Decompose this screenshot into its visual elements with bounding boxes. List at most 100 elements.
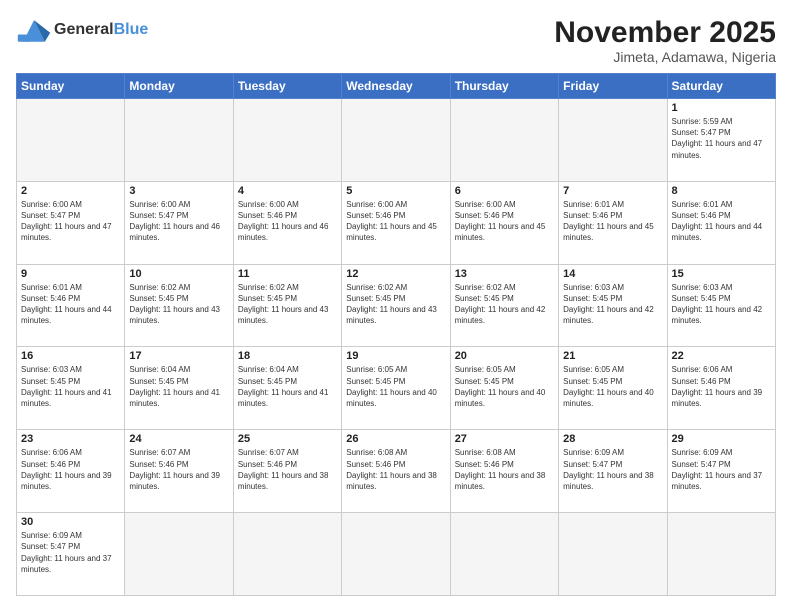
header: GeneralBlue November 2025 Jimeta, Adamaw… — [16, 16, 776, 65]
day-info: Sunrise: 6:03 AM Sunset: 5:45 PM Dayligh… — [21, 364, 120, 409]
day-number: 2 — [21, 185, 120, 197]
day-info: Sunrise: 6:09 AM Sunset: 5:47 PM Dayligh… — [21, 530, 120, 575]
day-info: Sunrise: 6:09 AM Sunset: 5:47 PM Dayligh… — [672, 447, 771, 492]
day-number: 15 — [672, 268, 771, 280]
day-number: 18 — [238, 350, 337, 362]
calendar-cell: 11Sunrise: 6:02 AM Sunset: 5:45 PM Dayli… — [233, 264, 341, 347]
day-info: Sunrise: 6:06 AM Sunset: 5:46 PM Dayligh… — [21, 447, 120, 492]
calendar-cell: 25 Sunrise: 6:07 AM Sunset: 5:46 PM Dayli… — [233, 430, 341, 513]
weekday-header-wednesday: Wednesday — [342, 74, 450, 99]
calendar-cell: 1Sunrise: 5:59 AM Sunset: 5:47 PM Daylig… — [667, 99, 775, 182]
calendar-cell: 9 Sunrise: 6:01 AM Sunset: 5:46 PM Daylig… — [17, 264, 125, 347]
day-number: 3 — [129, 185, 228, 197]
title-area: November 2025 Jimeta, Adamawa, Nigeria — [554, 16, 776, 65]
day-number: 7 — [563, 185, 662, 197]
day-number: 11 — [238, 268, 337, 280]
calendar-cell — [125, 513, 233, 596]
day-number: 19 — [346, 350, 445, 362]
calendar-cell: 23 Sunrise: 6:06 AM Sunset: 5:46 PM Dayli… — [17, 430, 125, 513]
calendar-cell: 26 Sunrise: 6:08 AM Sunset: 5:46 PM Dayli… — [342, 430, 450, 513]
day-info: Sunrise: 6:02 AM Sunset: 5:45 PM Dayligh… — [455, 282, 554, 327]
day-number: 17 — [129, 350, 228, 362]
calendar-cell: 29 Sunrise: 6:09 AM Sunset: 5:47 PM Dayli… — [667, 430, 775, 513]
day-number: 16 — [21, 350, 120, 362]
calendar-cell: 22Sunrise: 6:06 AM Sunset: 5:46 PM Dayli… — [667, 347, 775, 430]
calendar-cell — [342, 513, 450, 596]
calendar-cell: 27 Sunrise: 6:08 AM Sunset: 5:46 PM Dayli… — [450, 430, 558, 513]
calendar-week-row: 23 Sunrise: 6:06 AM Sunset: 5:46 PM Dayli… — [17, 430, 776, 513]
day-number: 20 — [455, 350, 554, 362]
day-info: Sunrise: 6:07 AM Sunset: 5:46 PM Dayligh… — [129, 447, 228, 492]
day-info: Sunrise: 6:04 AM Sunset: 5:45 PM Dayligh… — [238, 364, 337, 409]
calendar-cell: 20 Sunrise: 6:05 AM Sunset: 5:45 PM Dayli… — [450, 347, 558, 430]
calendar-week-row: 2 Sunrise: 6:00 AM Sunset: 5:47 PM Daylig… — [17, 181, 776, 264]
day-info: Sunrise: 6:08 AM Sunset: 5:46 PM Dayligh… — [346, 447, 445, 492]
weekday-header-tuesday: Tuesday — [233, 74, 341, 99]
day-info: Sunrise: 6:08 AM Sunset: 5:46 PM Dayligh… — [455, 447, 554, 492]
calendar-cell: 30 Sunrise: 6:09 AM Sunset: 5:47 PM Dayli… — [17, 513, 125, 596]
calendar-cell — [450, 513, 558, 596]
calendar-cell: 5Sunrise: 6:00 AM Sunset: 5:46 PM Daylig… — [342, 181, 450, 264]
calendar-cell: 7 Sunrise: 6:01 AM Sunset: 5:46 PM Daylig… — [559, 181, 667, 264]
calendar-week-row: 9 Sunrise: 6:01 AM Sunset: 5:46 PM Daylig… — [17, 264, 776, 347]
day-info: Sunrise: 6:01 AM Sunset: 5:46 PM Dayligh… — [21, 282, 120, 327]
month-year: November 2025 — [554, 16, 776, 49]
day-info: Sunrise: 6:01 AM Sunset: 5:46 PM Dayligh… — [563, 199, 662, 244]
day-info: Sunrise: 6:00 AM Sunset: 5:47 PM Dayligh… — [21, 199, 120, 244]
day-number: 6 — [455, 185, 554, 197]
logo-text: GeneralBlue — [54, 21, 148, 39]
calendar-cell: 3 Sunrise: 6:00 AM Sunset: 5:47 PM Daylig… — [125, 181, 233, 264]
day-number: 23 — [21, 433, 120, 445]
day-number: 27 — [455, 433, 554, 445]
calendar-week-row: 1Sunrise: 5:59 AM Sunset: 5:47 PM Daylig… — [17, 99, 776, 182]
calendar-cell — [233, 513, 341, 596]
day-number: 13 — [455, 268, 554, 280]
calendar-cell: 28Sunrise: 6:09 AM Sunset: 5:47 PM Dayli… — [559, 430, 667, 513]
day-number: 24 — [129, 433, 228, 445]
calendar-cell — [233, 99, 341, 182]
calendar-week-row: 30 Sunrise: 6:09 AM Sunset: 5:47 PM Dayli… — [17, 513, 776, 596]
calendar-cell: 2 Sunrise: 6:00 AM Sunset: 5:47 PM Daylig… — [17, 181, 125, 264]
day-number: 25 — [238, 433, 337, 445]
calendar-cell: 18 Sunrise: 6:04 AM Sunset: 5:45 PM Dayli… — [233, 347, 341, 430]
day-number: 10 — [129, 268, 228, 280]
day-info: Sunrise: 6:02 AM Sunset: 5:45 PM Dayligh… — [346, 282, 445, 327]
day-number: 9 — [21, 268, 120, 280]
weekday-header-friday: Friday — [559, 74, 667, 99]
calendar-cell: 14Sunrise: 6:03 AM Sunset: 5:45 PM Dayli… — [559, 264, 667, 347]
day-number: 12 — [346, 268, 445, 280]
day-info: Sunrise: 6:03 AM Sunset: 5:45 PM Dayligh… — [672, 282, 771, 327]
day-info: Sunrise: 6:00 AM Sunset: 5:46 PM Dayligh… — [455, 199, 554, 244]
day-number: 8 — [672, 185, 771, 197]
day-number: 22 — [672, 350, 771, 362]
calendar-cell: 13 Sunrise: 6:02 AM Sunset: 5:45 PM Dayli… — [450, 264, 558, 347]
calendar-cell — [342, 99, 450, 182]
calendar-cell — [450, 99, 558, 182]
day-info: Sunrise: 6:03 AM Sunset: 5:45 PM Dayligh… — [563, 282, 662, 327]
day-info: Sunrise: 6:00 AM Sunset: 5:47 PM Dayligh… — [129, 199, 228, 244]
weekday-header-saturday: Saturday — [667, 74, 775, 99]
day-number: 28 — [563, 433, 662, 445]
calendar-cell: 15 Sunrise: 6:03 AM Sunset: 5:45 PM Dayli… — [667, 264, 775, 347]
day-info: Sunrise: 6:05 AM Sunset: 5:45 PM Dayligh… — [455, 364, 554, 409]
day-number: 4 — [238, 185, 337, 197]
logo-area: GeneralBlue — [16, 16, 148, 44]
logo-general: General — [54, 21, 114, 38]
calendar-cell: 19Sunrise: 6:05 AM Sunset: 5:45 PM Dayli… — [342, 347, 450, 430]
calendar-week-row: 16 Sunrise: 6:03 AM Sunset: 5:45 PM Dayli… — [17, 347, 776, 430]
day-info: Sunrise: 6:05 AM Sunset: 5:45 PM Dayligh… — [563, 364, 662, 409]
day-number: 1 — [672, 102, 771, 114]
calendar-cell: 21 Sunrise: 6:05 AM Sunset: 5:45 PM Dayli… — [559, 347, 667, 430]
day-number: 21 — [563, 350, 662, 362]
day-number: 26 — [346, 433, 445, 445]
day-number: 29 — [672, 433, 771, 445]
calendar-cell: 6 Sunrise: 6:00 AM Sunset: 5:46 PM Daylig… — [450, 181, 558, 264]
day-number: 30 — [21, 516, 120, 528]
day-info: Sunrise: 6:04 AM Sunset: 5:45 PM Dayligh… — [129, 364, 228, 409]
calendar-cell: 17 Sunrise: 6:04 AM Sunset: 5:45 PM Dayli… — [125, 347, 233, 430]
day-info: Sunrise: 6:01 AM Sunset: 5:46 PM Dayligh… — [672, 199, 771, 244]
day-info: Sunrise: 6:07 AM Sunset: 5:46 PM Dayligh… — [238, 447, 337, 492]
calendar-table: SundayMondayTuesdayWednesdayThursdayFrid… — [16, 73, 776, 596]
calendar-header-row: SundayMondayTuesdayWednesdayThursdayFrid… — [17, 74, 776, 99]
logo-icon — [16, 16, 52, 44]
